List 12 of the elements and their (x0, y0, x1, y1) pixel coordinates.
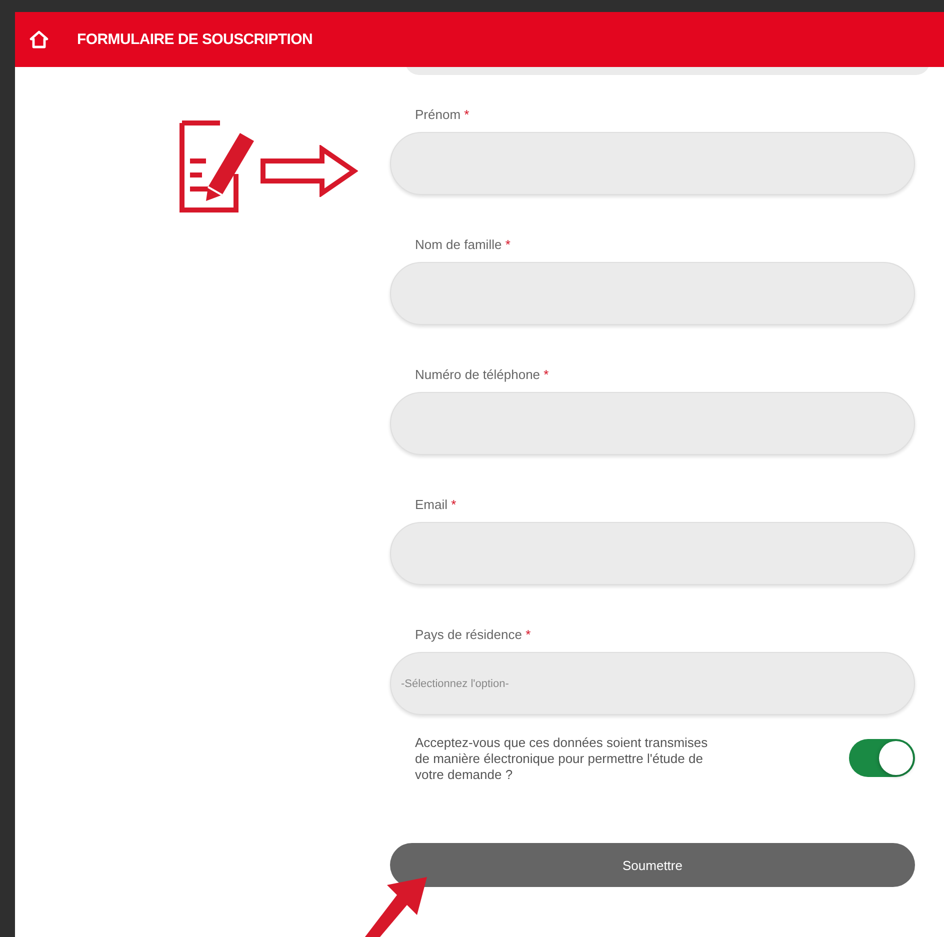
field-label: Email * (414, 497, 458, 514)
home-icon[interactable] (29, 30, 49, 50)
field-label: Pays de résidence * (414, 627, 532, 644)
toggle-switch[interactable] (849, 739, 915, 777)
consent-text: Acceptez-vous que ces données soient transmises de manière électronique pour permettre l'étude de votre demande ? (415, 735, 709, 783)
field-label: Prénom * (414, 107, 470, 124)
header-title: FORMULAIRE DE SOUSCRIPTION (77, 31, 313, 48)
select-field[interactable]: -Sélectionnez l'option- (390, 652, 915, 715)
arrow-icon (260, 145, 358, 197)
field-label: Numéro de téléphone * (414, 367, 550, 384)
submit-button[interactable]: Soumettre (390, 843, 915, 887)
field-label: Nom de famille * (414, 237, 512, 254)
